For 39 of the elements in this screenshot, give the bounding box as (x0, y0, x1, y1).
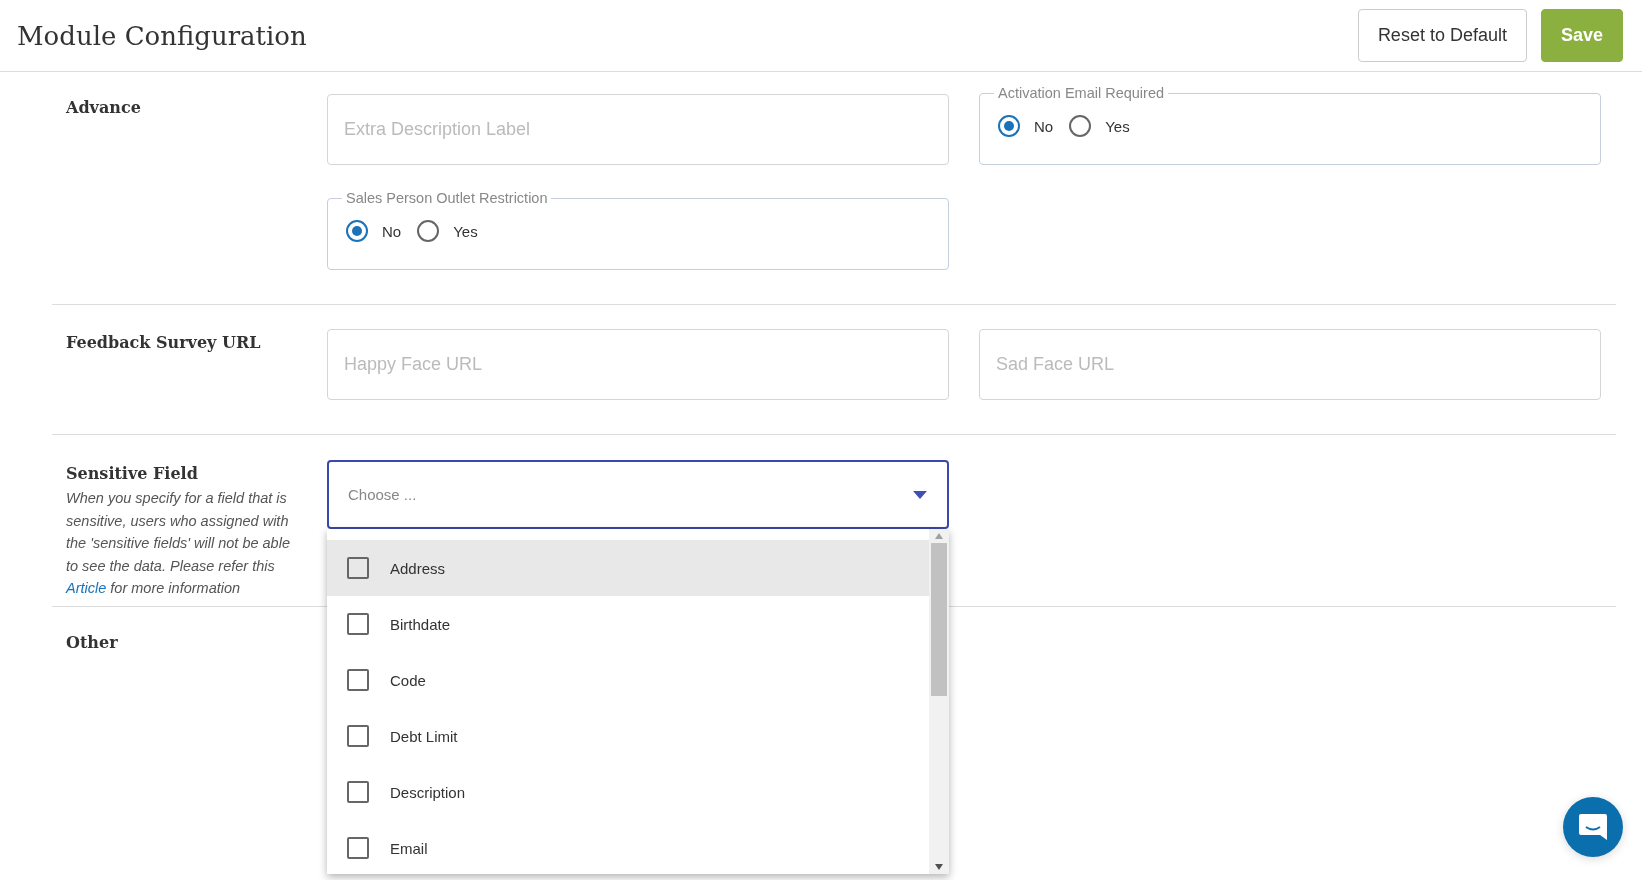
radio-label: No (1034, 117, 1054, 135)
radio-label: Yes (1105, 117, 1130, 135)
checkbox[interactable] (347, 837, 369, 859)
radio-button[interactable] (1069, 115, 1092, 137)
dropdown-option[interactable]: Description (327, 764, 929, 820)
page-title: Module Configuration (17, 20, 307, 51)
caret-icon (913, 490, 927, 499)
checkbox[interactable] (347, 669, 369, 691)
text-input-field[interactable]: Extra Description Label (327, 94, 949, 165)
scrollbar[interactable] (929, 529, 949, 874)
section-label: Sensitive Field (66, 464, 199, 483)
scroll-down-arrow-icon[interactable] (935, 864, 943, 870)
dropdown-option[interactable]: Email (327, 820, 929, 876)
dropdown-field[interactable]: Choose ... (327, 460, 949, 529)
checkbox[interactable] (347, 781, 369, 803)
radio-label: Yes (453, 222, 478, 240)
text-input-field[interactable]: Sad Face URL (979, 329, 1601, 400)
reset-button[interactable]: Reset to Default (1357, 9, 1527, 62)
radio-label: No (382, 222, 402, 240)
checkbox[interactable] (347, 557, 369, 579)
text-input-field[interactable]: Happy Face URL (327, 329, 949, 400)
radio-button[interactable] (417, 220, 440, 242)
checkbox[interactable] (347, 613, 369, 635)
section-label: Feedback Survey URL (66, 333, 262, 352)
section-description: When you specify for a field that is sensitive, users who assigned with the 'sensitive fields' will not be able to see the data. Please refer this Article for more information (66, 489, 291, 598)
section-label: Advance (66, 98, 142, 117)
radio-button[interactable] (998, 115, 1020, 137)
checkbox[interactable] (347, 725, 369, 747)
dropdown-option[interactable]: Debt Limit (327, 708, 929, 764)
radio-group-label: Activation Email Required (997, 85, 1166, 101)
article-link[interactable]: Article (66, 580, 107, 596)
dropdown-option[interactable]: Birthdate (327, 596, 929, 652)
dropdown-option[interactable]: Code (327, 652, 929, 708)
radio-button[interactable] (346, 220, 368, 242)
chat-bubble-icon (1578, 813, 1608, 841)
dropdown-option[interactable]: Address (327, 540, 929, 596)
radio-group-label: Sales Person Outlet Restriction (345, 190, 549, 206)
chat-button[interactable] (1563, 797, 1623, 857)
section-label: Other (66, 632, 119, 652)
